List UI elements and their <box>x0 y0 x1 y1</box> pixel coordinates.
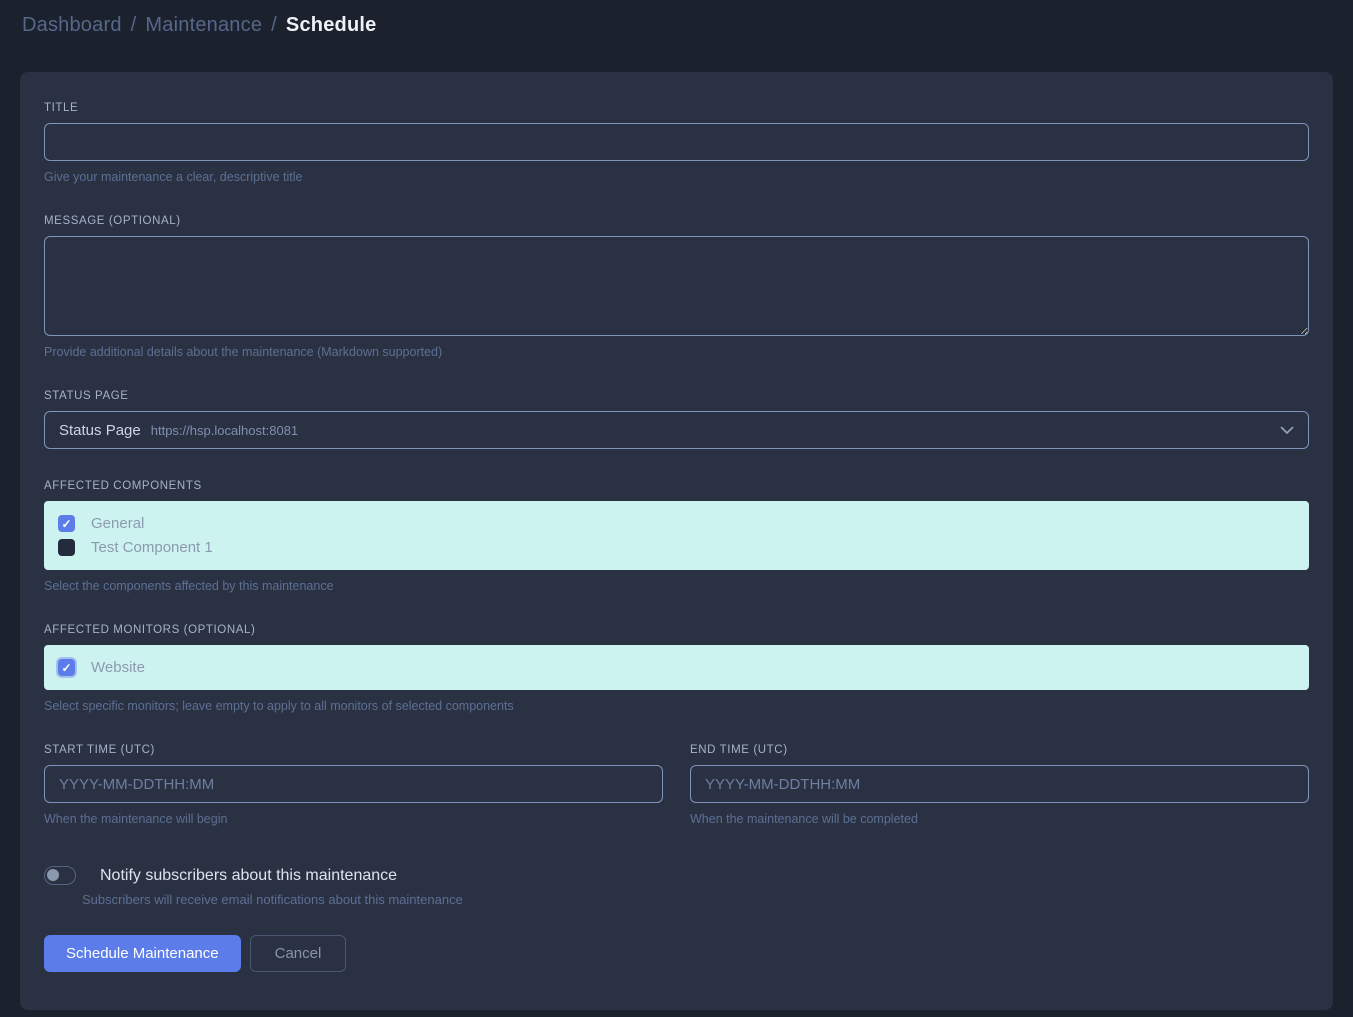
form-actions: Schedule Maintenance Cancel <box>44 935 1309 972</box>
message-label: MESSAGE (OPTIONAL) <box>44 215 1309 227</box>
message-textarea[interactable] <box>44 236 1309 336</box>
notify-label: Notify subscribers about this maintenanc… <box>100 867 397 885</box>
check-icon: ✓ <box>61 518 71 530</box>
affected-components-panel: ✓ General ✓ Test Component 1 <box>44 501 1309 570</box>
monitor-option-website[interactable]: ✓ Website <box>58 659 1295 676</box>
cancel-button[interactable]: Cancel <box>250 935 347 972</box>
monitor-option-label: Website <box>91 659 145 676</box>
component-option-label: Test Component 1 <box>91 539 213 556</box>
status-page-selected-name: Status Page <box>59 422 141 439</box>
title-helper: Give your maintenance a clear, descripti… <box>44 170 1309 184</box>
breadcrumb: Dashboard / Maintenance / Schedule <box>22 14 1331 37</box>
checkbox-website[interactable]: ✓ <box>58 659 75 676</box>
affected-monitors-label: AFFECTED MONITORS (OPTIONAL) <box>44 624 1309 636</box>
end-time-helper: When the maintenance will be completed <box>690 812 1309 826</box>
end-time-label: END TIME (UTC) <box>690 744 1309 756</box>
affected-monitors-panel: ✓ Website <box>44 645 1309 690</box>
toggle-knob <box>47 869 59 881</box>
schedule-maintenance-button[interactable]: Schedule Maintenance <box>44 935 241 972</box>
end-time-section: END TIME (UTC) When the maintenance will… <box>690 744 1309 826</box>
status-page-label: STATUS PAGE <box>44 390 1309 402</box>
title-input[interactable] <box>44 123 1309 161</box>
status-page-section: STATUS PAGE Status Page https://hsp.loca… <box>44 390 1309 449</box>
breadcrumb-maintenance[interactable]: Maintenance <box>145 14 262 37</box>
title-label: TITLE <box>44 102 1309 114</box>
start-time-input[interactable] <box>44 765 663 803</box>
breadcrumb-current-schedule: Schedule <box>286 14 377 37</box>
status-page-selected-url: https://hsp.localhost:8081 <box>151 423 298 438</box>
chevron-down-icon <box>1280 426 1294 435</box>
notify-helper: Subscribers will receive email notificat… <box>82 892 1309 907</box>
affected-monitors-helper: Select specific monitors; leave empty to… <box>44 699 1309 713</box>
start-time-section: START TIME (UTC) When the maintenance wi… <box>44 744 663 826</box>
start-time-label: START TIME (UTC) <box>44 744 663 756</box>
breadcrumb-dashboard[interactable]: Dashboard <box>22 14 122 37</box>
affected-monitors-section: AFFECTED MONITORS (OPTIONAL) ✓ Website S… <box>44 624 1309 713</box>
time-range-row: START TIME (UTC) When the maintenance wi… <box>44 744 1309 826</box>
breadcrumb-separator: / <box>271 14 277 37</box>
affected-components-helper: Select the components affected by this m… <box>44 579 1309 593</box>
breadcrumb-separator: / <box>131 14 137 37</box>
message-helper: Provide additional details about the mai… <box>44 345 1309 359</box>
component-option-label: General <box>91 515 144 532</box>
start-time-helper: When the maintenance will begin <box>44 812 663 826</box>
message-section: MESSAGE (OPTIONAL) Provide additional de… <box>44 215 1309 359</box>
component-option-test-component-1[interactable]: ✓ Test Component 1 <box>58 539 1295 556</box>
affected-components-section: AFFECTED COMPONENTS ✓ General ✓ Test Com… <box>44 480 1309 593</box>
checkbox-general[interactable]: ✓ <box>58 515 75 532</box>
end-time-input[interactable] <box>690 765 1309 803</box>
status-page-select[interactable]: Status Page https://hsp.localhost:8081 <box>44 411 1309 449</box>
title-section: TITLE Give your maintenance a clear, des… <box>44 102 1309 184</box>
checkbox-test-component-1[interactable]: ✓ <box>58 539 75 556</box>
component-option-general[interactable]: ✓ General <box>58 515 1295 532</box>
affected-components-label: AFFECTED COMPONENTS <box>44 480 1309 492</box>
top-bar: Dashboard / Maintenance / Schedule <box>0 0 1353 36</box>
notify-subscribers-toggle[interactable] <box>44 866 76 885</box>
check-icon: ✓ <box>61 662 71 674</box>
notify-section: Notify subscribers about this maintenanc… <box>44 866 1309 907</box>
schedule-maintenance-form-card: TITLE Give your maintenance a clear, des… <box>20 72 1333 1010</box>
